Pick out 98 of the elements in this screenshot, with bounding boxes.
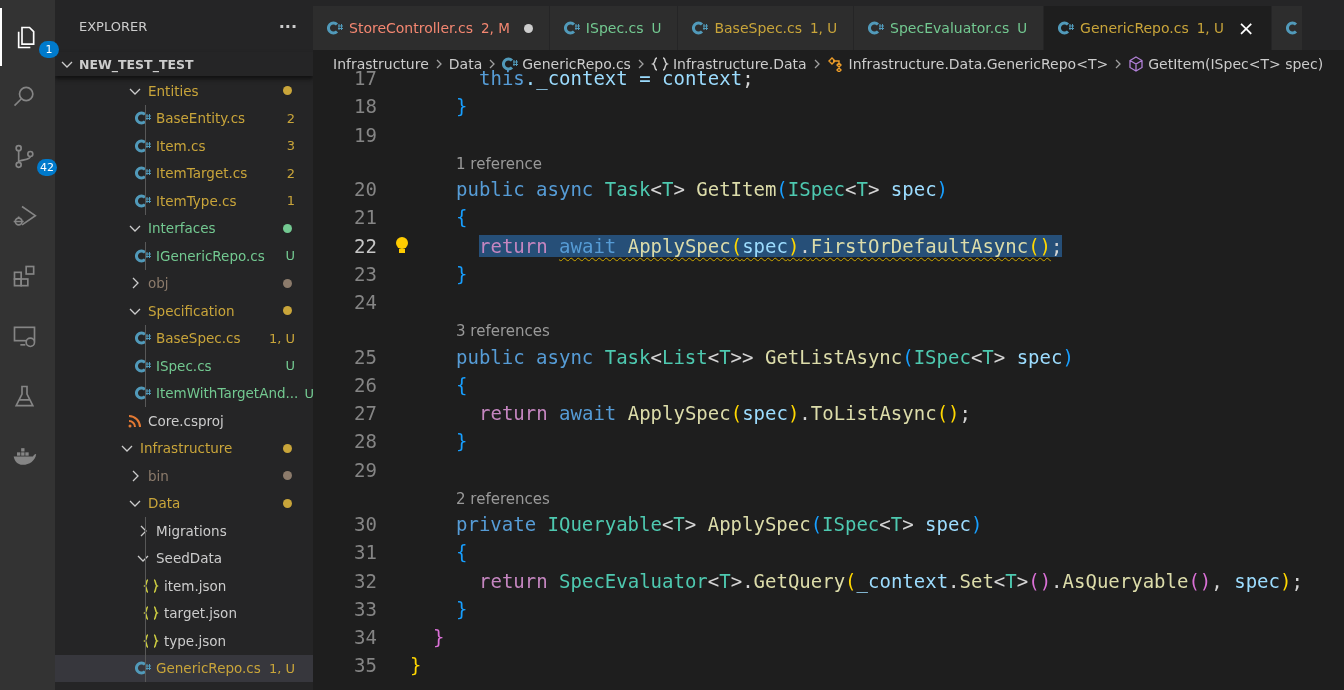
tree-item[interactable]: ISpec.cs U: [55, 352, 313, 380]
csharp-file-icon: [135, 247, 151, 264]
braces-icon: [650, 56, 669, 72]
flask-icon[interactable]: [12, 383, 37, 409]
code-lens[interactable]: 2 references: [456, 489, 550, 508]
csharp-file-icon: [868, 20, 885, 36]
tree-item[interactable]: SeedData: [55, 544, 313, 572]
csharp-file-icon: [502, 56, 519, 72]
source-control-icon[interactable]: [12, 143, 37, 169]
line-number: 35: [353, 654, 377, 677]
csharp-file-icon: [692, 20, 709, 36]
csharp-file-icon: [135, 330, 151, 347]
line-number: 19: [353, 123, 377, 146]
editor-tab[interactable]: GenericRepo.cs 1, U ×: [1044, 6, 1272, 50]
tree-item[interactable]: obj: [55, 269, 313, 297]
tree-item[interactable]: BaseEntity.cs 2: [55, 104, 313, 132]
line-number: 34: [353, 626, 377, 649]
code-line: }: [410, 654, 422, 677]
tree-item[interactable]: ItemTarget.cs 2: [55, 159, 313, 187]
line-number: 20: [353, 178, 377, 201]
tree-item[interactable]: type.json: [55, 627, 313, 655]
tree-item[interactable]: Entities: [55, 77, 313, 105]
line-number: 28: [353, 430, 377, 453]
code-line: public async Task<List<T>> GetListAsync(ISpec<T> spec): [456, 345, 1074, 368]
breadcrumb-item[interactable]: Infrastructure.Data.GenericRepo<T>: [826, 56, 1109, 72]
tree-item[interactable]: target.json: [55, 599, 313, 627]
line-number: 24: [353, 291, 377, 314]
tree-item[interactable]: ItemWithTargetAnd... U: [55, 379, 313, 407]
csharp-file-icon: [327, 20, 343, 36]
editor-tab[interactable]: ISpec.cs U: [549, 6, 679, 50]
line-number: 26: [353, 373, 377, 396]
tree-item[interactable]: Core.csproj: [55, 407, 313, 435]
line-number: 29: [353, 458, 377, 481]
csharp-file-icon: [135, 137, 151, 154]
line-number: 18: [353, 95, 377, 118]
tree-item[interactable]: Interfaces: [55, 214, 313, 242]
tree-item[interactable]: bin: [55, 462, 313, 490]
tree-item[interactable]: item.json: [55, 572, 313, 600]
csharp-file-icon: [135, 165, 151, 182]
code-line: return SpecEvaluator<T>.GetQuery(_context.Set<T>().AsQueryable(), spec);: [479, 569, 1303, 592]
code-line: }: [456, 430, 468, 453]
code-line: }: [433, 626, 445, 649]
csharp-file-icon: [135, 192, 151, 209]
csharp-file-icon: [1058, 20, 1075, 36]
line-number: 22: [353, 234, 377, 257]
tree-item[interactable]: Item.cs 3: [55, 132, 313, 160]
braces-icon: [143, 605, 159, 622]
csharp-file-icon: [563, 20, 580, 36]
explorer-title: EXPLORER: [79, 18, 148, 34]
code-lens[interactable]: 3 references: [456, 322, 550, 341]
braces-icon: [143, 632, 159, 649]
tree-item[interactable]: Data: [55, 489, 313, 517]
count-badge: 1: [39, 41, 59, 58]
breadcrumb-item[interactable]: GetItem(ISpec<T> spec): [1128, 56, 1324, 72]
run-debug-icon[interactable]: [12, 203, 37, 229]
feed-icon: [127, 412, 143, 429]
tree-item[interactable]: BaseSpec.cs 1, U: [55, 324, 313, 352]
more-actions-button[interactable]: ···: [278, 16, 297, 36]
line-number: 25: [353, 345, 377, 368]
breadcrumb-item[interactable]: Infrastructure.Data: [650, 56, 807, 72]
code-line: {: [456, 541, 468, 564]
lightbulb-icon[interactable]: [394, 235, 410, 256]
extensions-icon[interactable]: [12, 263, 37, 289]
tree-item[interactable]: Infrastructure: [55, 434, 313, 462]
line-number: 30: [353, 513, 377, 535]
csharp-file-icon: [135, 385, 151, 402]
braces-icon: [143, 577, 159, 594]
tree-item[interactable]: ItemType.cs 1: [55, 187, 313, 215]
csharp-file-icon: [135, 110, 151, 127]
cube-icon: [1128, 56, 1145, 72]
code-line: public async Task<T> GetItem(ISpec<T> spec): [456, 178, 949, 201]
code-line: }: [456, 597, 468, 620]
tree-item[interactable]: GenericRepo.cs 1, U: [55, 654, 313, 682]
code-line: private IQueryable<T> ApplySpec(ISpec<T> spec): [456, 513, 983, 535]
code-line: {: [456, 373, 468, 396]
tree-item[interactable]: Specification: [55, 297, 313, 325]
line-number: 31: [353, 541, 377, 564]
code-line: return await ApplySpec(spec).ToListAsync();: [479, 402, 971, 425]
code-line: }: [456, 95, 468, 118]
count-badge: 42: [37, 159, 57, 176]
tree-item[interactable]: Migrations: [55, 517, 313, 545]
line-number: 21: [353, 206, 377, 229]
close-button[interactable]: ×: [1229, 18, 1255, 38]
code-line: }: [456, 262, 468, 285]
line-number: 32: [353, 569, 377, 592]
csharp-file-icon: [135, 357, 151, 374]
tree-item[interactable]: IGenericRepo.cs U: [55, 242, 313, 270]
csharp-file-icon: [135, 660, 151, 677]
breadcrumb-item[interactable]: Data: [448, 56, 483, 72]
editor-tab[interactable]: StoreController.cs 2, M: [313, 6, 550, 50]
line-number: 27: [353, 402, 377, 425]
line-number: 33: [353, 597, 377, 620]
breadcrumb-item[interactable]: Infrastructure: [333, 56, 429, 72]
code-line: {: [456, 206, 468, 229]
line-number: 23: [353, 262, 377, 285]
editor-tab[interactable]: BaseSpec.cs 1, U: [678, 6, 855, 50]
code-lens[interactable]: 1 reference: [456, 154, 542, 173]
editor-tab[interactable]: SpecEvaluator.cs U: [854, 6, 1045, 50]
